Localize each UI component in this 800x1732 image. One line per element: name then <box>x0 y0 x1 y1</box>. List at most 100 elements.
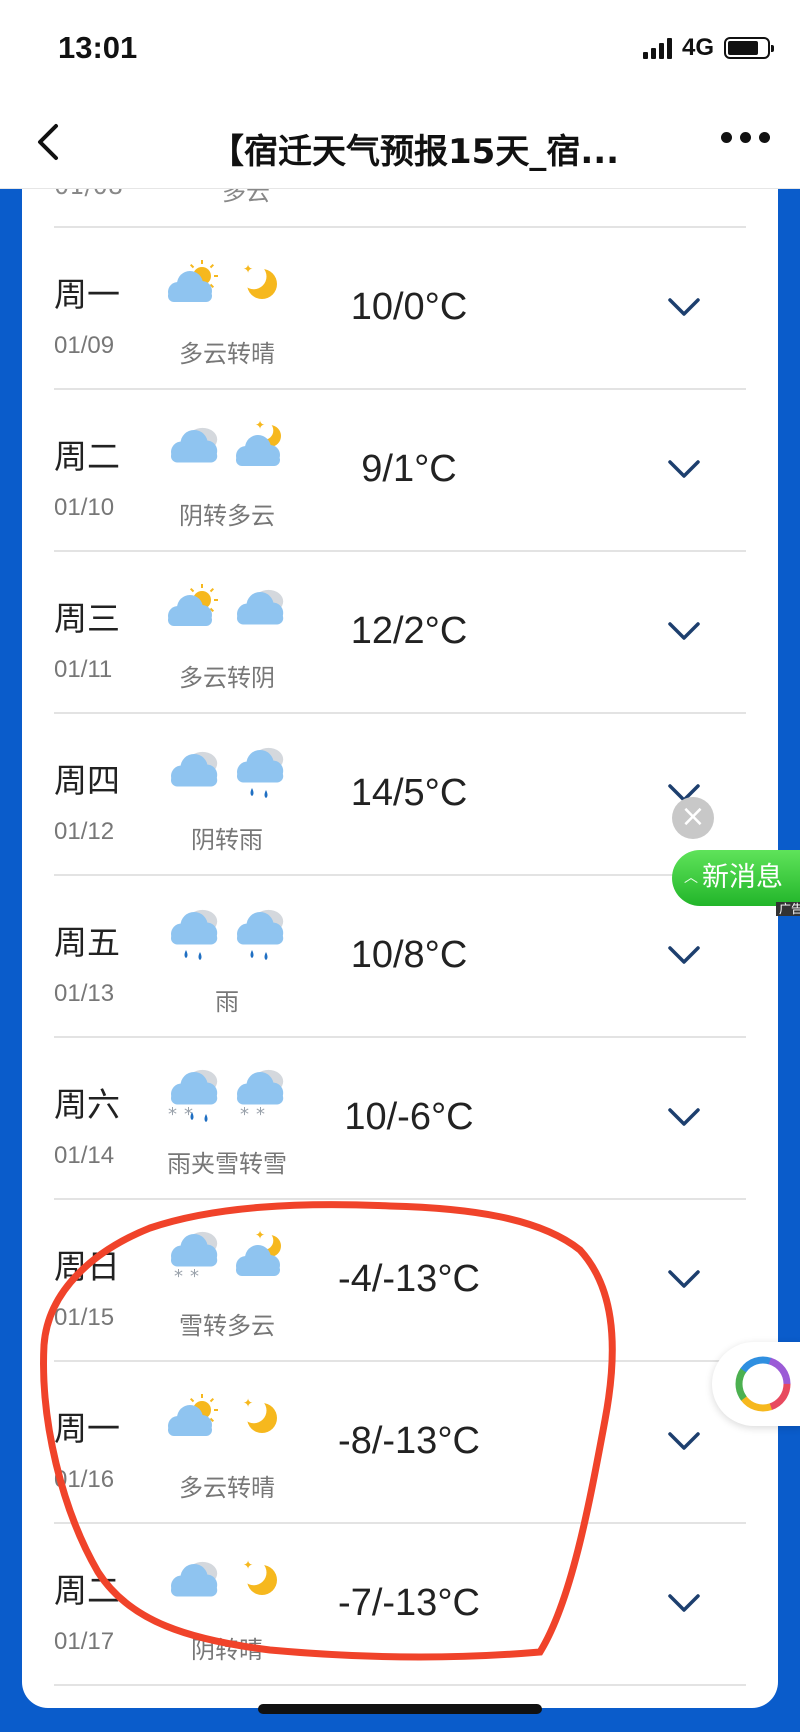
forecast-desc: 阴转晴 <box>191 1636 263 1664</box>
page-frame: 01/08 多云 周一 01/09 ✦ 多云转晴 10/0°C 周二 01/10 <box>0 188 800 1732</box>
nav-bar: 【宿迁天气预报15天_宿... <box>0 96 800 189</box>
ad-label: 广告 <box>775 902 800 916</box>
dot-icon <box>740 132 751 143</box>
app-logo-button[interactable] <box>712 1342 800 1426</box>
forecast-row[interactable]: 周二 01/10 ✦ 阴转多云 9/1°C <box>54 390 746 552</box>
forecast-row[interactable]: 周四 01/12 阴转雨 14/5°C <box>54 714 746 876</box>
partly-cloudy-sun-icon <box>168 584 218 626</box>
snow-cloud-icon: * * <box>171 1231 218 1287</box>
clear-night-moon-icon: ✦ <box>241 1396 277 1433</box>
expand-button[interactable] <box>662 1424 706 1460</box>
home-indicator <box>258 1704 542 1714</box>
expand-button[interactable] <box>662 1100 706 1136</box>
chevron-down-icon <box>668 460 700 478</box>
forecast-desc: 阴转雨 <box>191 826 263 854</box>
forecast-desc: 多云转晴 <box>179 1474 275 1502</box>
svg-text:*: * <box>190 1266 199 1287</box>
new-message-button[interactable]: ︿ 新消息 广告 <box>672 850 800 916</box>
forecast-temp: -7/-13°C <box>338 1582 480 1624</box>
partly-cloudy-sun-icon <box>168 1394 218 1436</box>
status-indicators: 4G <box>642 34 774 62</box>
chevron-down-icon <box>668 1270 700 1288</box>
expand-button[interactable] <box>662 290 706 326</box>
page-title: 【宿迁天气预报15天_宿... <box>210 132 620 172</box>
weather-icons: * * * * <box>162 1064 292 1130</box>
more-options-button[interactable] <box>721 132 770 143</box>
chevron-down-icon <box>668 1594 700 1612</box>
expand-button[interactable] <box>662 1586 706 1622</box>
forecast-desc: 多云 <box>222 188 270 206</box>
status-time: 13:01 <box>58 30 138 65</box>
svg-text:*: * <box>174 1266 183 1287</box>
forecast-row[interactable]: 周二 01/17 ✦ 阴转晴 -7/-13°C <box>54 1524 746 1686</box>
rain-cloud-icon <box>237 909 284 960</box>
forecast-row[interactable]: 周五 01/13 雨 10/8°C <box>54 876 746 1038</box>
chevron-up-icon: ︿ <box>684 870 698 886</box>
forecast-date: 01/10 <box>54 494 115 521</box>
close-ad-button[interactable]: × <box>672 797 714 839</box>
forecast-row-partial: 01/08 多云 <box>54 188 746 228</box>
forecast-desc: 雪转多云 <box>179 1312 275 1340</box>
svg-text:✦: ✦ <box>243 1396 253 1410</box>
weather-icons <box>162 902 292 968</box>
forecast-day: 周二 <box>54 437 120 476</box>
partly-cloudy-night-icon: ✦ <box>236 1228 281 1276</box>
weather-icons: ✦ <box>162 416 292 482</box>
forecast-desc: 阴转多云 <box>179 502 275 530</box>
status-bar: 13:01 4G <box>0 0 800 96</box>
back-button[interactable] <box>28 118 76 166</box>
chevron-down-icon <box>668 1108 700 1126</box>
weather-icons: ✦ <box>162 254 292 320</box>
forecast-row[interactable]: 周六 01/14 * * * * 雨夹雪转雪 10/-6°C <box>54 1038 746 1200</box>
weather-icons: ✦ <box>162 1550 292 1616</box>
forecast-temp: 12/2°C <box>350 610 468 652</box>
forecast-day: 周一 <box>54 275 120 314</box>
network-type: 4G <box>681 34 714 61</box>
colorful-swirl-logo-icon <box>735 1356 791 1412</box>
overcast-cloud-icon <box>237 589 284 625</box>
svg-text:*: * <box>240 1104 249 1125</box>
chevron-left-icon <box>38 124 58 160</box>
expand-button[interactable] <box>662 614 706 650</box>
forecast-temp: 10/8°C <box>350 934 468 976</box>
new-message-label: 新消息 <box>702 862 783 893</box>
forecast-day: 周二 <box>54 1571 120 1610</box>
forecast-day: 周六 <box>54 1085 120 1124</box>
forecast-desc: 多云转晴 <box>179 340 275 368</box>
forecast-date: 01/08 <box>54 188 123 200</box>
forecast-row[interactable]: 周日 01/15 * * ✦ 雪转多云 -4/-13°C <box>54 1200 746 1362</box>
svg-text:✦: ✦ <box>255 418 265 432</box>
partly-cloudy-sun-icon <box>168 260 218 302</box>
forecast-date: 01/13 <box>54 980 115 1007</box>
chevron-down-icon <box>668 622 700 640</box>
forecast-day: 周一 <box>54 1409 120 1448</box>
chevron-down-icon <box>668 1432 700 1450</box>
svg-text:✦: ✦ <box>255 1228 265 1242</box>
svg-text:*: * <box>168 1104 177 1125</box>
clear-night-moon-icon: ✦ <box>241 262 277 299</box>
weather-icons: ✦ <box>162 1388 292 1454</box>
forecast-row[interactable]: 周一 01/16 ✦ 多云转晴 -8/-13°C <box>54 1362 746 1524</box>
forecast-date: 01/11 <box>54 656 113 683</box>
expand-button[interactable] <box>662 452 706 488</box>
rain-cloud-icon <box>171 909 218 960</box>
overcast-cloud-icon <box>171 751 218 787</box>
chevron-down-icon <box>668 946 700 964</box>
forecast-day: 周三 <box>54 599 120 638</box>
expand-button[interactable] <box>662 938 706 974</box>
forecast-date: 01/15 <box>54 1304 115 1331</box>
sleet-cloud-icon: * * <box>168 1069 218 1125</box>
expand-button[interactable] <box>662 1262 706 1298</box>
svg-text:✦: ✦ <box>243 1558 253 1572</box>
forecast-date: 01/14 <box>54 1142 115 1169</box>
overcast-cloud-icon <box>171 427 218 463</box>
forecast-temp: -8/-13°C <box>338 1420 480 1462</box>
clear-night-moon-icon: ✦ <box>241 1558 277 1595</box>
overcast-cloud-icon <box>171 1561 218 1597</box>
dot-icon <box>721 132 732 143</box>
forecast-row[interactable]: 周一 01/09 ✦ 多云转晴 10/0°C <box>54 228 746 390</box>
forecast-temp: 10/-6°C <box>344 1096 474 1138</box>
svg-text:✦: ✦ <box>243 262 253 276</box>
signal-icon <box>642 37 672 59</box>
forecast-row[interactable]: 周三 01/11 多云转阴 12/2°C <box>54 552 746 714</box>
